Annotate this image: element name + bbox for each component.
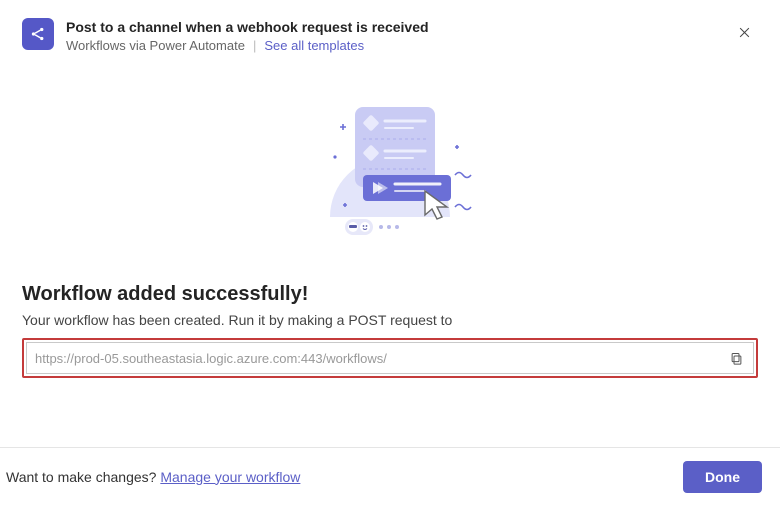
copy-url-button[interactable] xyxy=(719,343,753,373)
manage-workflow-link[interactable]: Manage your workflow xyxy=(160,469,300,485)
see-all-templates-link[interactable]: See all templates xyxy=(264,38,364,53)
success-description: Your workflow has been created. Run it b… xyxy=(22,312,758,328)
close-button[interactable] xyxy=(730,18,758,46)
close-icon xyxy=(737,25,752,40)
illustration-svg xyxy=(285,87,495,247)
dialog-subtitle-row: Workflows via Power Automate | See all t… xyxy=(66,38,730,53)
copy-icon xyxy=(729,351,744,366)
dialog-header: Post to a channel when a webhook request… xyxy=(0,0,780,65)
dialog-content: Workflow added successfully! Your workfl… xyxy=(0,283,780,378)
success-heading: Workflow added successfully! xyxy=(22,283,758,306)
dialog-footer: Want to make changes? Manage your workfl… xyxy=(0,447,780,505)
workflows-app-icon xyxy=(22,18,54,50)
footer-changes-text: Want to make changes? xyxy=(6,469,160,485)
subtitle-text: Workflows via Power Automate xyxy=(66,38,245,53)
workflow-added-dialog: Post to a channel when a webhook request… xyxy=(0,0,780,505)
share-icon xyxy=(29,25,47,43)
webhook-url-highlight xyxy=(22,338,758,378)
subtitle-divider: | xyxy=(253,38,256,53)
dialog-title: Post to a channel when a webhook request… xyxy=(66,18,730,36)
webhook-url-field-wrapper xyxy=(26,342,754,374)
header-text-block: Post to a channel when a webhook request… xyxy=(66,18,730,53)
success-illustration xyxy=(0,87,780,247)
done-button[interactable]: Done xyxy=(683,461,762,493)
footer-text: Want to make changes? Manage your workfl… xyxy=(6,469,300,485)
webhook-url-input[interactable] xyxy=(27,351,719,366)
